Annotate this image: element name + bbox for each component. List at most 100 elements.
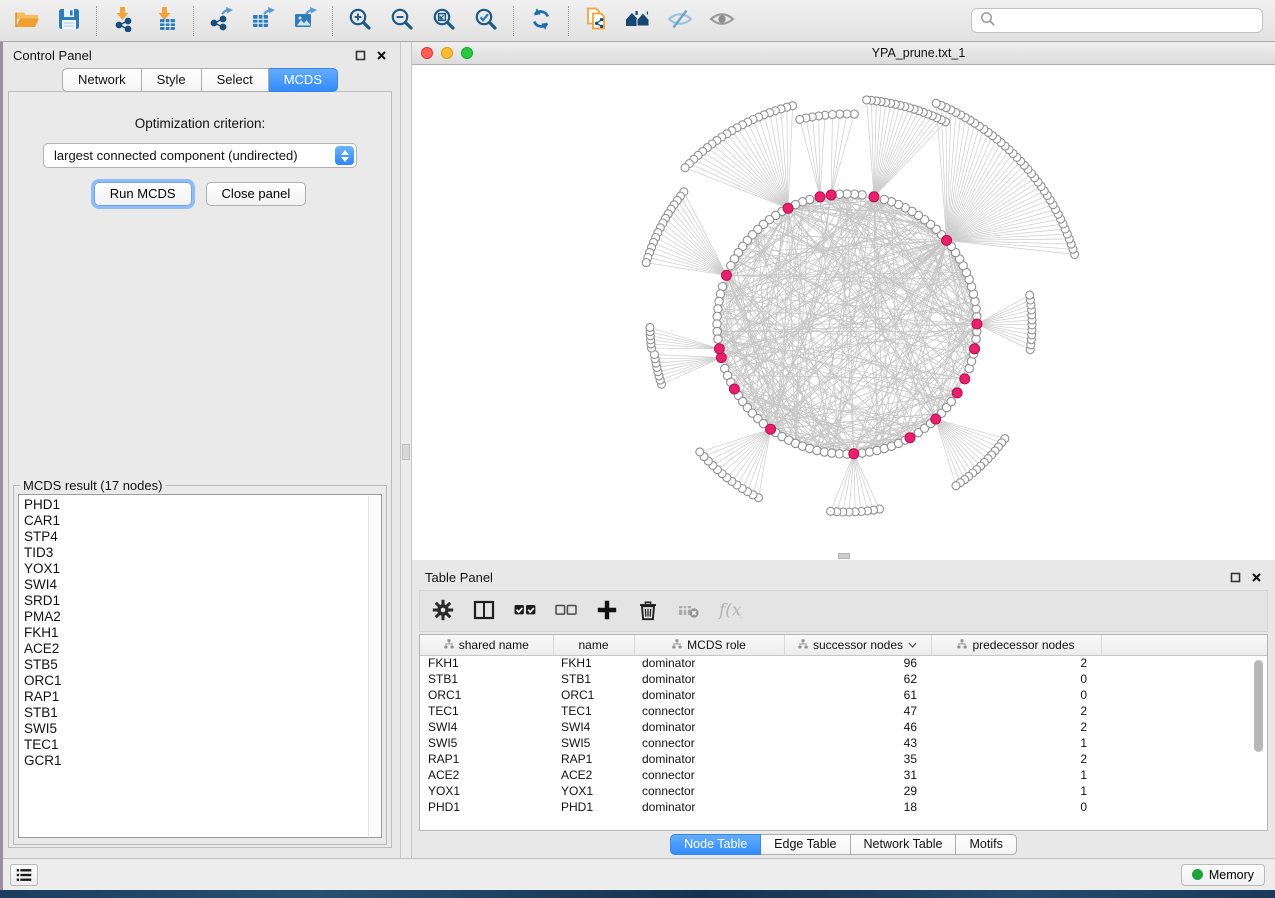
splitter-handle[interactable] [402, 444, 410, 460]
table-tab-edge-table[interactable]: Edge Table [761, 834, 850, 855]
mcds-result-item[interactable]: CAR1 [24, 513, 381, 529]
table-cell[interactable]: SWI5 [553, 735, 634, 751]
table-cell[interactable]: SWI4 [553, 719, 634, 735]
table-cell[interactable]: 0 [931, 671, 1101, 687]
mcds-list-scrollbar[interactable] [368, 496, 381, 836]
table-cell[interactable]: 35 [784, 751, 931, 767]
toolbar-search-networks-button[interactable] [623, 6, 653, 36]
toolbar-export-image-button[interactable] [290, 6, 320, 36]
column-header-predecessor-nodes[interactable]: predecessor nodes [931, 635, 1101, 655]
table-cell[interactable]: 2 [931, 751, 1101, 767]
toolbar-import-network-button[interactable] [109, 6, 139, 36]
toolbar-import-table-button[interactable] [151, 6, 181, 36]
mcds-result-item[interactable]: TEC1 [24, 737, 381, 753]
mcds-result-item[interactable]: YOX1 [24, 561, 381, 577]
table-cell[interactable]: RAP1 [420, 751, 553, 767]
mcds-result-item[interactable]: STB5 [24, 657, 381, 673]
table-cell[interactable]: 96 [784, 655, 931, 671]
table-cell[interactable]: YOX1 [420, 783, 553, 799]
node-table-grid[interactable]: shared namenameMCDS rolesuccessor nodesp… [420, 635, 1267, 815]
table-cell[interactable]: 62 [784, 671, 931, 687]
toolbar-hide-selected-button[interactable] [665, 6, 695, 36]
tab-mcds[interactable]: MCDS [269, 68, 338, 92]
column-header-MCDS-role[interactable]: MCDS role [634, 635, 784, 655]
table-cell[interactable]: YOX1 [553, 783, 634, 799]
table-cell[interactable]: SWI4 [420, 719, 553, 735]
table-delete-column-button[interactable] [636, 599, 660, 623]
mcds-result-item[interactable]: PHD1 [24, 497, 381, 513]
close-table-panel-button[interactable] [1250, 571, 1262, 583]
mcds-result-item[interactable]: GCR1 [24, 753, 381, 769]
close-panel-button-mcds[interactable]: Close panel [206, 182, 307, 206]
network-graph[interactable] [412, 65, 1275, 560]
toolbar-refresh-view-button[interactable] [526, 6, 556, 36]
table-cell[interactable]: ACE2 [553, 767, 634, 783]
mcds-result-item[interactable]: TID3 [24, 545, 381, 561]
mcds-result-item[interactable]: ORC1 [24, 673, 381, 689]
column-header-name[interactable]: name [553, 635, 634, 655]
table-cell[interactable]: 1 [931, 783, 1101, 799]
table-row[interactable]: YOX1YOX1connector291 [420, 783, 1267, 799]
table-scrollbar-thumb[interactable] [1254, 660, 1263, 752]
table-cell[interactable]: PHD1 [553, 799, 634, 815]
mcds-result-item[interactable]: FKH1 [24, 625, 381, 641]
table-scrollbar[interactable] [1254, 658, 1264, 826]
table-cell[interactable]: 0 [931, 799, 1101, 815]
mcds-result-item[interactable]: RAP1 [24, 689, 381, 705]
mcds-result-item[interactable]: STB1 [24, 705, 381, 721]
toolbar-save-session-button[interactable] [54, 6, 84, 36]
table-cell[interactable]: FKH1 [553, 655, 634, 671]
table-cell[interactable]: 61 [784, 687, 931, 703]
table-cell[interactable]: connector [634, 735, 784, 751]
table-cell[interactable]: TEC1 [553, 703, 634, 719]
toolbar-export-table-button[interactable] [248, 6, 278, 36]
table-cell[interactable]: 43 [784, 735, 931, 751]
table-cell[interactable]: ORC1 [553, 687, 634, 703]
table-cell[interactable]: STB1 [420, 671, 553, 687]
table-cell[interactable]: connector [634, 783, 784, 799]
mcds-result-item[interactable]: PMA2 [24, 609, 381, 625]
table-cell[interactable]: dominator [634, 687, 784, 703]
table-row[interactable]: STB1STB1dominator620 [420, 671, 1267, 687]
table-row[interactable]: RAP1RAP1dominator352 [420, 751, 1267, 767]
table-cell[interactable]: ORC1 [420, 687, 553, 703]
search-box[interactable] [971, 8, 1263, 33]
column-header-successor-nodes[interactable]: successor nodes [784, 635, 931, 655]
table-row[interactable]: PHD1PHD1dominator180 [420, 799, 1267, 815]
table-cell[interactable]: STB1 [553, 671, 634, 687]
table-cell[interactable]: dominator [634, 655, 784, 671]
mcds-result-item[interactable]: SRD1 [24, 593, 381, 609]
close-panel-button[interactable] [375, 49, 387, 61]
table-row[interactable]: SWI5SWI5connector431 [420, 735, 1267, 751]
toolbar-zoom-in-button[interactable] [345, 6, 375, 36]
table-cell[interactable]: dominator [634, 799, 784, 815]
table-cell[interactable]: RAP1 [553, 751, 634, 767]
table-row[interactable]: ACE2ACE2connector311 [420, 767, 1267, 783]
table-cell[interactable]: 2 [931, 719, 1101, 735]
optimization-criterion-select[interactable]: largest connected component (undirected) [43, 143, 357, 168]
table-cell[interactable]: FKH1 [420, 655, 553, 671]
network-window-titlebar[interactable]: YPA_prune.txt_1 [412, 42, 1275, 65]
column-header-shared-name[interactable]: shared name [420, 635, 553, 655]
mcds-result-item[interactable]: STP4 [24, 529, 381, 545]
table-cell[interactable]: 2 [931, 655, 1101, 671]
table-row[interactable]: SWI4SWI4dominator462 [420, 719, 1267, 735]
table-cell[interactable]: 29 [784, 783, 931, 799]
canvas-scroll-handle[interactable] [838, 553, 850, 559]
table-cell[interactable]: SWI5 [420, 735, 553, 751]
table-cell[interactable]: PHD1 [420, 799, 553, 815]
table-row[interactable]: ORC1ORC1dominator610 [420, 687, 1267, 703]
mcds-result-list[interactable]: PHD1CAR1STP4TID3YOX1SWI4SRD1PMA2FKH1ACE2… [18, 494, 382, 838]
table-cell[interactable]: 47 [784, 703, 931, 719]
table-deselect-all-button[interactable] [554, 599, 578, 623]
tab-style[interactable]: Style [142, 68, 202, 92]
run-mcds-button[interactable]: Run MCDS [94, 182, 192, 206]
toolbar-duplicate-network-button[interactable] [581, 6, 611, 36]
toolbar-zoom-selected-button[interactable] [471, 6, 501, 36]
mcds-result-item[interactable]: ACE2 [24, 641, 381, 657]
table-tab-node-table[interactable]: Node Table [670, 834, 761, 855]
table-tab-network-table[interactable]: Network Table [851, 834, 957, 855]
table-cell[interactable]: dominator [634, 671, 784, 687]
network-canvas[interactable] [412, 65, 1275, 560]
table-cell[interactable]: 18 [784, 799, 931, 815]
